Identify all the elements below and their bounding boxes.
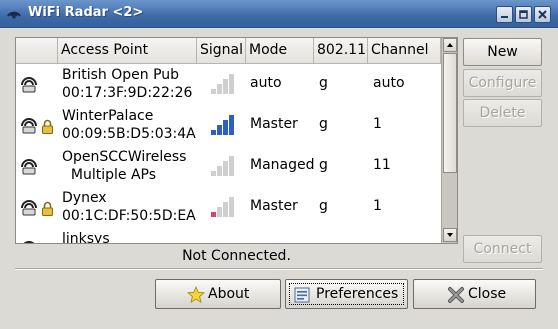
separator — [15, 268, 543, 270]
access-point-ssid: linksys — [62, 231, 110, 244]
channel-cell: 1 — [373, 198, 382, 214]
wireless-icon — [23, 241, 35, 243]
maximize-button[interactable] — [515, 6, 532, 23]
configure-button[interactable]: Configure — [463, 69, 542, 97]
minimize-button[interactable] — [496, 6, 513, 23]
arrow-down-icon — [447, 233, 453, 237]
scroll-down-button[interactable] — [443, 228, 457, 242]
access-point-bssid: 00:09:5B:D5:03:4A — [62, 126, 196, 142]
access-point-name: British Open Pub 00:17:3F:9D:22:26 — [62, 66, 192, 102]
minimize-icon — [501, 16, 508, 18]
close-window-button[interactable] — [534, 6, 551, 23]
delete-button[interactable]: Delete — [463, 99, 542, 127]
access-point-name: linksys — [62, 230, 110, 244]
about-button[interactable]: About — [155, 279, 281, 309]
access-point-rows: British Open Pub 00:17:3F:9D:22:26 auto g au… — [16, 64, 441, 244]
delete-button-label: Delete — [479, 105, 526, 121]
signal-strength-icon — [211, 115, 234, 135]
access-point-ssid: British Open Pub — [62, 67, 180, 83]
column-header-80211[interactable]: 802.11 — [314, 38, 368, 64]
vertical-scrollbar[interactable] — [441, 38, 457, 243]
star-icon — [187, 286, 205, 304]
wireless-icon — [21, 118, 37, 134]
access-point-bssid: 00:17:3F:9D:22:26 — [62, 85, 193, 101]
signal-strength-icon — [211, 156, 234, 176]
access-point-bssid: 00:1C:DF:50:5D:EA — [62, 208, 196, 224]
access-point-name: WinterPalace 00:09:5B:D5:03:4A — [62, 107, 196, 143]
close-button[interactable]: Close — [413, 279, 536, 309]
channel-cell: 11 — [373, 157, 391, 173]
configure-button-label: Configure — [468, 75, 537, 91]
scroll-up-button[interactable] — [443, 38, 457, 52]
table-row[interactable]: linksys — [16, 228, 441, 244]
window-title: WiFi Radar <2> — [28, 5, 144, 20]
wireless-icon — [21, 159, 37, 175]
protocol-cell: g — [319, 75, 328, 91]
access-point-name: Dynex 00:1C:DF:50:5D:EA — [62, 189, 196, 225]
column-header-mode[interactable]: Mode — [246, 38, 314, 64]
column-header-access-point[interactable]: Access Point — [58, 38, 197, 64]
mode-cell: Master — [250, 198, 298, 214]
lock-icon — [42, 201, 53, 216]
mode-cell: Master — [250, 116, 298, 132]
wireless-icon — [21, 200, 37, 216]
signal-strength-icon — [211, 197, 234, 217]
connection-status: Not Connected. — [182, 248, 291, 264]
table-row[interactable]: British Open Pub 00:17:3F:9D:22:26 auto g au… — [16, 64, 441, 104]
new-button-label: New — [487, 44, 518, 60]
access-point-list[interactable]: Access Point Signal Mode 802.11 Channel … — [15, 37, 458, 244]
protocol-cell: g — [319, 198, 328, 214]
signal-strength-icon — [211, 74, 234, 94]
access-point-ssid: WinterPalace — [62, 108, 154, 124]
table-row[interactable]: OpenSCCWireless Multiple APs Managed g 11 — [16, 146, 441, 186]
close-icon — [538, 10, 547, 19]
arrow-up-icon — [447, 43, 453, 47]
mode-cell: auto — [250, 75, 282, 91]
channel-cell: auto — [373, 75, 405, 91]
protocol-cell: g — [319, 116, 328, 132]
preferences-icon — [294, 287, 310, 303]
close-x-icon — [448, 287, 464, 303]
column-header-channel[interactable]: Channel — [368, 38, 441, 64]
new-button[interactable]: New — [463, 38, 542, 66]
column-header-icons[interactable] — [16, 38, 58, 64]
connect-button-label: Connect — [473, 241, 532, 257]
radar-icon — [7, 11, 21, 19]
access-point-name: OpenSCCWireless Multiple APs — [62, 148, 186, 184]
access-point-bssid: Multiple APs — [62, 167, 157, 183]
table-row[interactable]: WinterPalace 00:09:5B:D5:03:4A Master g 1 — [16, 105, 441, 145]
preferences-button-label: Preferences — [316, 286, 399, 302]
access-point-ssid: OpenSCCWireless — [62, 149, 187, 165]
mode-cell: Managed — [250, 157, 315, 173]
table-row[interactable]: Dynex 00:1C:DF:50:5D:EA Master g 1 — [16, 187, 441, 227]
maximize-icon — [519, 10, 528, 19]
column-header-signal[interactable]: Signal — [197, 38, 246, 64]
channel-cell: 1 — [373, 116, 382, 132]
scrollbar-thumb[interactable] — [443, 53, 457, 173]
title-bar[interactable]: WiFi Radar <2> — [0, 0, 558, 28]
connect-button[interactable]: Connect — [463, 235, 542, 263]
lock-icon — [42, 119, 53, 134]
close-button-label: Close — [468, 286, 507, 302]
protocol-cell: g — [319, 157, 328, 173]
wireless-icon — [21, 77, 37, 93]
preferences-button[interactable]: Preferences — [285, 279, 408, 309]
access-point-ssid: Dynex — [62, 190, 107, 206]
about-button-label: About — [208, 286, 250, 302]
